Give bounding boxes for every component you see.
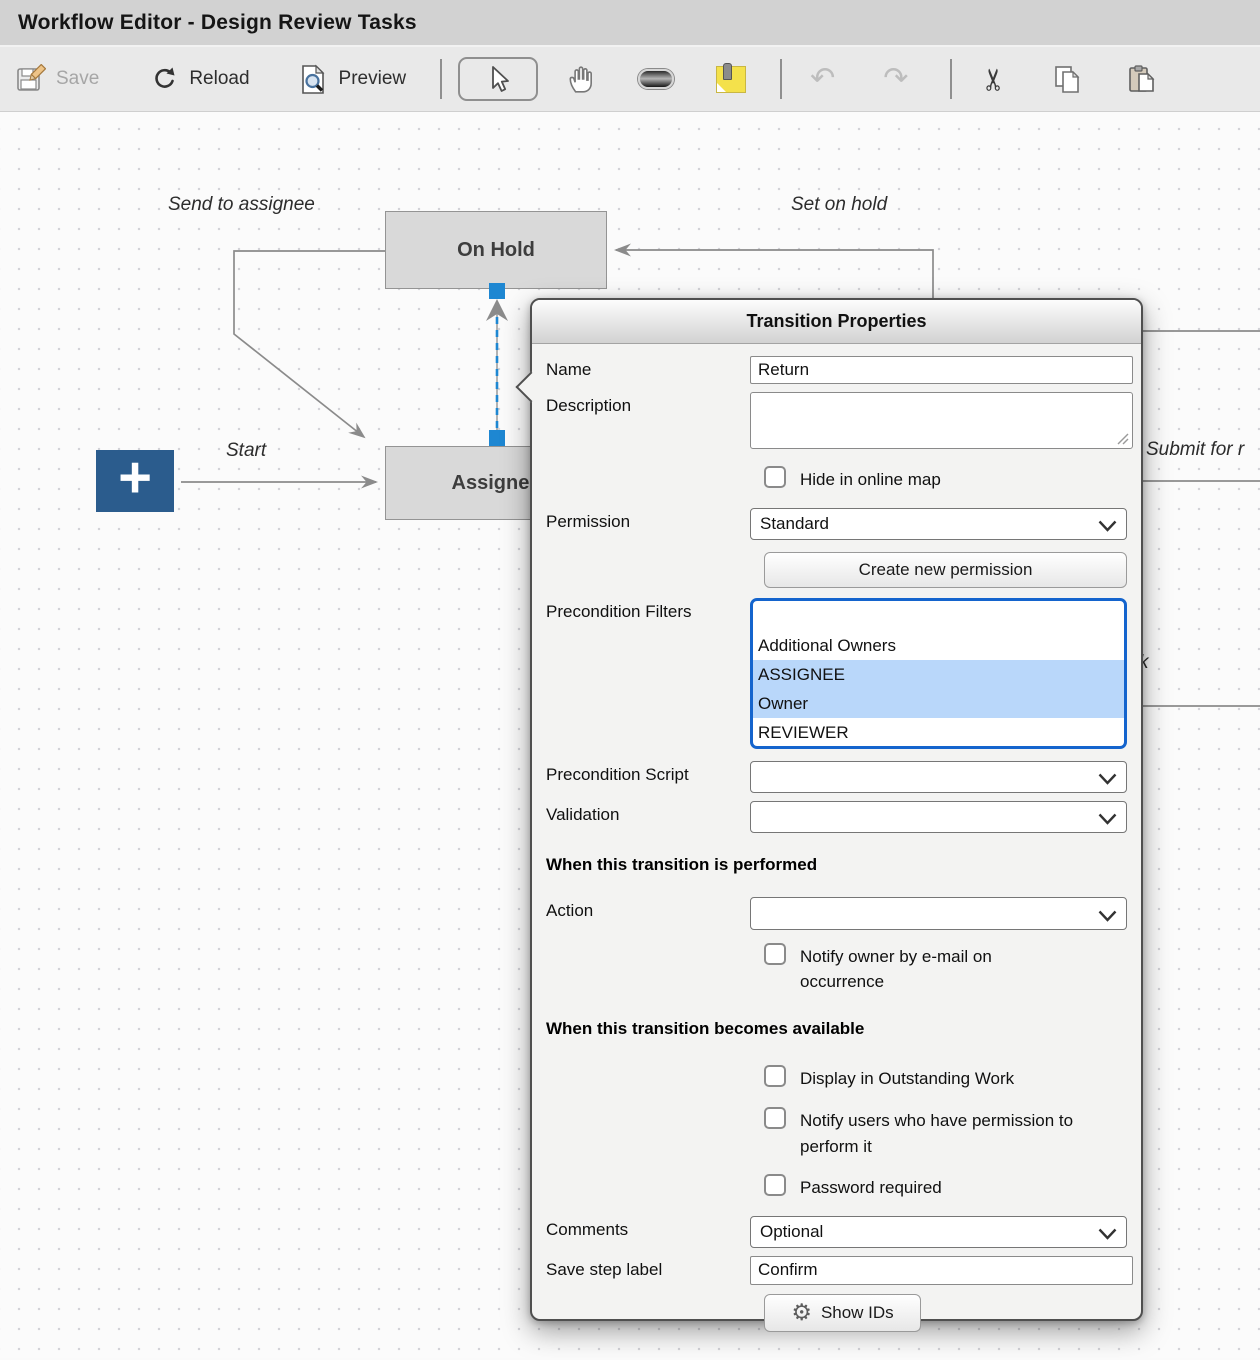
label-start: Start xyxy=(226,440,266,462)
filter-option[interactable]: REVIEWER xyxy=(753,718,1124,747)
precondition-script-select[interactable] xyxy=(750,761,1127,793)
reload-button[interactable]: Reload xyxy=(151,65,249,93)
step-node-label: On Hold xyxy=(457,239,535,262)
step-node-label: Assignee xyxy=(452,472,541,495)
show-ids-button[interactable]: ⚙ Show IDs xyxy=(764,1294,921,1332)
filter-option-selected[interactable]: ASSIGNEE xyxy=(753,660,1124,689)
label-set-on-hold: Set on hold xyxy=(791,194,887,216)
precondition-filters-label: Precondition Filters xyxy=(546,598,750,749)
gear-icon: ⚙ xyxy=(791,1301,812,1324)
description-label: Description xyxy=(546,392,750,449)
action-select[interactable] xyxy=(750,897,1127,930)
password-required-checkbox[interactable] xyxy=(764,1174,786,1196)
copy-icon xyxy=(1052,64,1083,95)
cut-button[interactable]: ✂ xyxy=(982,62,1007,97)
show-ids-label: Show IDs xyxy=(821,1303,894,1323)
resize-handle-icon[interactable] xyxy=(1116,432,1130,446)
add-step-tool-button[interactable] xyxy=(638,69,674,89)
transition-handle-bottom[interactable] xyxy=(489,430,505,446)
chevron-down-icon xyxy=(1098,773,1117,785)
filter-option-selected[interactable]: Owner xyxy=(753,689,1124,718)
copy-button[interactable] xyxy=(1052,64,1083,95)
window-title-bar: Workflow Editor - Design Review Tasks xyxy=(0,0,1260,47)
comments-label: Comments xyxy=(546,1216,750,1248)
name-input[interactable] xyxy=(750,356,1133,384)
permission-select[interactable]: Standard xyxy=(750,508,1127,540)
chevron-down-icon xyxy=(1098,1228,1117,1240)
scissors-icon: ✂ xyxy=(977,66,1012,91)
comments-value: Optional xyxy=(760,1222,823,1242)
save-button[interactable]: Save xyxy=(16,64,99,94)
step-node-icon xyxy=(638,69,674,89)
toolbar-separator xyxy=(440,59,442,99)
filter-option[interactable] xyxy=(753,602,1124,631)
password-required-label: Password required xyxy=(800,1174,942,1201)
hide-in-online-map-label: Hide in online map xyxy=(800,466,941,493)
save-step-label-label: Save step label xyxy=(546,1256,750,1285)
reload-icon xyxy=(151,65,179,93)
transition-send-to-assignee[interactable] xyxy=(234,251,385,437)
section-heading-available: When this transition becomes available xyxy=(546,1019,1127,1039)
chevron-down-icon xyxy=(1098,520,1117,532)
add-note-tool-button[interactable] xyxy=(716,66,746,93)
plus-icon: + xyxy=(118,478,152,484)
create-new-permission-button[interactable]: Create new permission xyxy=(764,552,1127,588)
permission-label: Permission xyxy=(546,508,750,540)
window-title: Workflow Editor - Design Review Tasks xyxy=(18,11,417,35)
display-outstanding-work-label: Display in Outstanding Work xyxy=(800,1065,1014,1092)
reload-label: Reload xyxy=(189,68,249,90)
undo-icon: ↶ xyxy=(810,64,835,94)
preview-button[interactable]: Preview xyxy=(298,64,407,95)
dialog-title: Transition Properties xyxy=(746,311,926,332)
paste-button[interactable] xyxy=(1127,64,1158,95)
chevron-down-icon xyxy=(1098,910,1117,922)
action-label: Action xyxy=(546,897,750,930)
comments-select[interactable]: Optional xyxy=(750,1216,1127,1248)
label-send-to-assignee: Send to assignee xyxy=(168,194,315,216)
precondition-script-label: Precondition Script xyxy=(546,761,750,793)
undo-button[interactable]: ↶ xyxy=(810,64,835,94)
step-node-on-hold[interactable]: On Hold xyxy=(385,211,607,289)
save-icon xyxy=(16,64,46,94)
preview-icon xyxy=(298,64,329,95)
save-step-label-input[interactable] xyxy=(750,1256,1133,1285)
chevron-down-icon xyxy=(1098,813,1117,825)
redo-button[interactable]: ↷ xyxy=(883,64,908,94)
transition-set-on-hold[interactable] xyxy=(616,250,933,300)
save-label: Save xyxy=(56,68,99,90)
dialog-header[interactable]: Transition Properties xyxy=(532,300,1141,344)
description-textarea[interactable] xyxy=(750,392,1133,449)
select-tool-button[interactable] xyxy=(458,57,538,101)
transition-handle-top[interactable] xyxy=(489,283,505,299)
toolbar: Save Reload Preview ↶ xyxy=(0,47,1260,112)
validation-label: Validation xyxy=(546,801,750,833)
pan-tool-button[interactable] xyxy=(566,64,596,94)
notify-users-checkbox[interactable] xyxy=(764,1107,786,1129)
notify-owner-checkbox[interactable] xyxy=(764,943,786,965)
workflow-canvas[interactable]: On Hold Assignee + Send to assignee Star… xyxy=(0,112,1260,1358)
validation-select[interactable] xyxy=(750,801,1127,833)
cursor-icon xyxy=(486,65,511,93)
sticky-note-icon xyxy=(716,66,746,93)
start-node[interactable]: + xyxy=(96,450,174,512)
paste-icon xyxy=(1127,64,1158,95)
toolbar-separator xyxy=(950,59,952,99)
precondition-filters-listbox[interactable]: Additional Owners ASSIGNEE Owner REVIEWE… xyxy=(750,598,1127,749)
toolbar-separator xyxy=(780,59,782,99)
filter-option[interactable]: Additional Owners xyxy=(753,631,1124,660)
section-heading-performed: When this transition is performed xyxy=(546,855,1127,875)
permission-value: Standard xyxy=(760,514,829,534)
notify-users-label: Notify users who have permission to perf… xyxy=(800,1107,1127,1159)
redo-icon: ↷ xyxy=(883,64,908,94)
transition-properties-dialog: Transition Properties Name Description xyxy=(530,298,1143,1321)
label-submit-for-review: Submit for r xyxy=(1146,439,1244,461)
name-label: Name xyxy=(546,356,750,384)
display-outstanding-work-checkbox[interactable] xyxy=(764,1065,786,1087)
preview-label: Preview xyxy=(339,68,407,90)
notify-owner-label: Notify owner by e-mail on occurrence xyxy=(800,943,1055,995)
hide-in-online-map-checkbox[interactable] xyxy=(764,466,786,488)
hand-icon xyxy=(566,64,596,94)
